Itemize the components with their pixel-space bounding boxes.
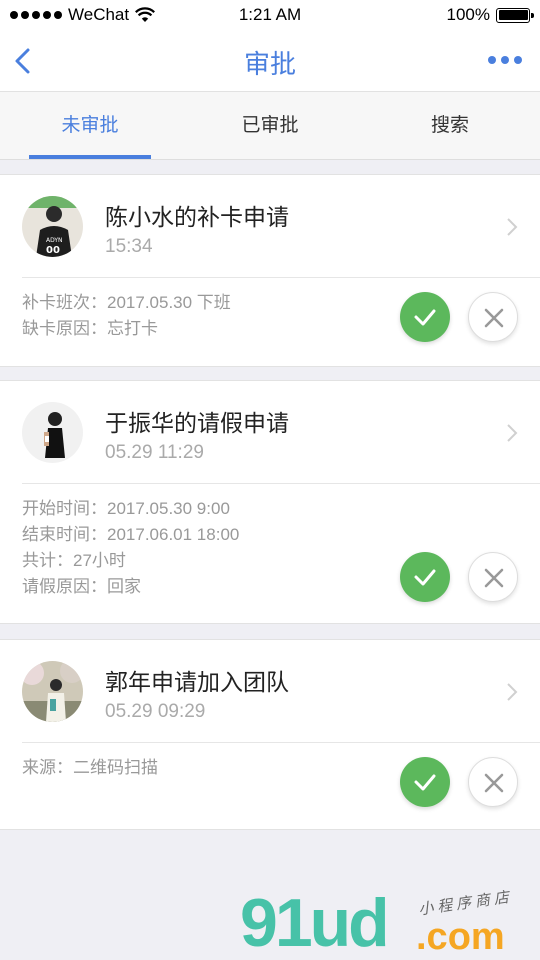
close-icon xyxy=(484,773,504,793)
reject-button[interactable] xyxy=(468,552,518,602)
battery-percent: 100% xyxy=(446,5,490,24)
tab-bar: 未审批 已审批 搜索 xyxy=(0,92,540,160)
detail-line: 共计：27小时 xyxy=(22,551,126,570)
request-title: 陈小水的补卡申请 xyxy=(105,204,289,230)
page-title: 审批 xyxy=(243,49,296,79)
avatar: ADYN 00 xyxy=(22,196,83,257)
approve-button[interactable] xyxy=(400,552,450,602)
detail-line: 来源：二维码扫描 xyxy=(22,758,158,777)
checkmark-icon xyxy=(414,569,436,586)
request-card[interactable]: ADYN 00 陈小水的补卡申请 15:34 补卡班次：2017.05.30 下… xyxy=(0,174,540,367)
close-icon xyxy=(484,568,504,588)
request-title: 郭年申请加入团队 xyxy=(105,669,289,695)
watermark-suffix: .com xyxy=(416,916,505,958)
request-details: 来源：二维码扫描 xyxy=(0,743,540,807)
request-details: 开始时间：2017.05.30 9:00 结束时间：2017.06.01 18:… xyxy=(0,484,540,612)
battery-group: 100% xyxy=(446,5,534,25)
reject-button[interactable] xyxy=(468,292,518,342)
tab-approved[interactable]: 已审批 xyxy=(180,92,360,159)
watermark-tagline: 小程序商店 xyxy=(417,887,514,919)
chevron-right-icon[interactable] xyxy=(506,423,518,443)
approve-button[interactable] xyxy=(400,292,450,342)
chevron-right-icon[interactable] xyxy=(506,217,518,237)
request-time: 05.29 09:29 xyxy=(105,701,206,722)
status-bar: WeChat 1:21 AM 100% xyxy=(0,0,540,30)
reject-button[interactable] xyxy=(468,757,518,807)
detail-line: 结束时间：2017.06.01 18:00 xyxy=(22,525,240,544)
avatar xyxy=(22,402,83,463)
request-details: 补卡班次：2017.05.30 下班 缺卡原因：忘打卡 xyxy=(0,278,540,354)
detail-line: 补卡班次：2017.05.30 下班 xyxy=(22,293,231,312)
detail-line: 缺卡原因：忘打卡 xyxy=(22,319,158,338)
avatar xyxy=(22,661,83,722)
request-card[interactable]: 于振华的请假申请 05.29 11:29 开始时间：2017.05.30 9:0… xyxy=(0,380,540,624)
svg-text:00: 00 xyxy=(46,245,60,256)
approve-button[interactable] xyxy=(400,757,450,807)
chevron-right-icon[interactable] xyxy=(506,682,518,702)
request-title: 于振华的请假申请 xyxy=(105,410,289,436)
checkmark-icon xyxy=(414,774,436,791)
request-time: 05.29 11:29 xyxy=(105,442,204,463)
close-icon xyxy=(484,308,504,328)
detail-line: 请假原因：回家 xyxy=(22,577,141,596)
request-header[interactable]: 于振华的请假申请 05.29 11:29 xyxy=(22,381,540,484)
battery-icon xyxy=(496,7,534,23)
tab-search[interactable]: 搜索 xyxy=(360,92,540,159)
watermark-logo: 91ud .com 小程序商店 xyxy=(240,885,530,960)
svg-text:ADYN: ADYN xyxy=(46,237,63,244)
request-header[interactable]: 郭年申请加入团队 05.29 09:29 xyxy=(22,640,540,743)
request-time: 15:34 xyxy=(105,236,153,257)
checkmark-icon xyxy=(414,309,436,326)
more-dots-icon[interactable] xyxy=(488,56,522,64)
request-card[interactable]: 郭年申请加入团队 05.29 09:29 来源：二维码扫描 xyxy=(0,639,540,830)
nav-bar: 审批 xyxy=(0,30,540,92)
tab-pending[interactable]: 未审批 xyxy=(0,92,180,159)
request-header[interactable]: ADYN 00 陈小水的补卡申请 15:34 xyxy=(22,175,540,278)
watermark-brand: 91ud xyxy=(240,885,390,960)
detail-line: 开始时间：2017.05.30 9:00 xyxy=(22,499,230,518)
